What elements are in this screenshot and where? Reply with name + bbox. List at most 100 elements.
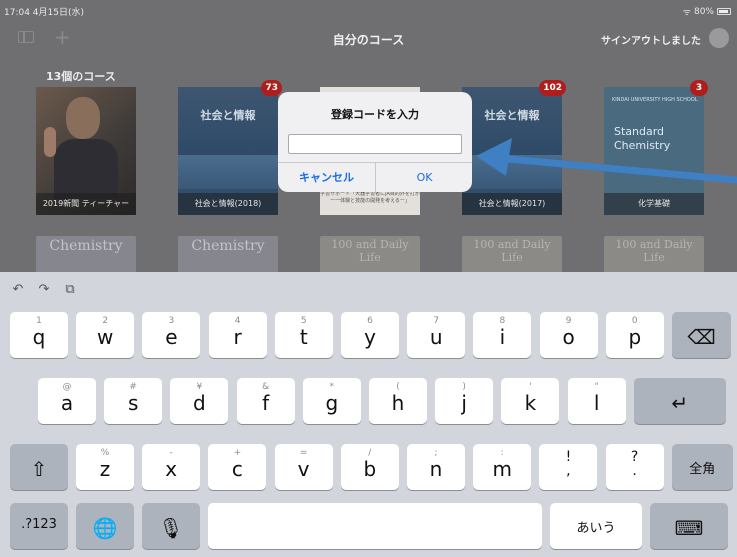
keyboard-dismiss-icon: ⌨: [674, 516, 704, 540]
key-label: k: [524, 391, 537, 415]
shift-icon: ⇧: [30, 457, 48, 481]
key-question-period[interactable]: ? .: [605, 444, 664, 490]
book-cover-title: Chemistry: [191, 238, 265, 254]
key-label: a: [60, 391, 74, 415]
globe-key[interactable]: 🌐: [76, 503, 134, 549]
kana-key[interactable]: あいう: [550, 503, 642, 549]
key-r[interactable]: 4r: [208, 312, 267, 358]
avatar[interactable]: [709, 28, 729, 48]
course-book-4[interactable]: 社会と情報 社会と情報(2017) 102: [462, 80, 566, 215]
person-photo: [66, 97, 100, 139]
key-label: u: [429, 325, 443, 349]
ok-button[interactable]: OK: [376, 163, 472, 192]
key-label: ? .: [630, 449, 639, 479]
key-n[interactable]: ; n: [407, 444, 465, 490]
microphone-icon: 🎙: [158, 516, 184, 540]
key-m[interactable]: :m: [473, 444, 532, 490]
course-book-2[interactable]: 社会と情報 社会と情報(2018) 73: [178, 80, 282, 215]
key-label: n: [429, 457, 443, 481]
key-c[interactable]: + c: [208, 444, 267, 490]
status-time: 17:04 4月15日(水): [4, 8, 84, 18]
key-h[interactable]: (h: [369, 378, 427, 424]
undo-icon[interactable]: ↶: [10, 282, 26, 298]
key-i[interactable]: 8i: [473, 312, 532, 358]
book-caption: 2019新聞 ティーチャー: [36, 193, 136, 215]
keyboard: ↶ ↷ ⧉ 1 q 2 w 3 e 4 r 5 t 6 y 7 u 8 i 9 o 0 p ⌫ @ a # s ¥ d & f * g(h)…: [0, 272, 737, 557]
key-label: t: [299, 325, 308, 349]
key-v[interactable]: = v: [274, 444, 333, 490]
key-a[interactable]: @ a: [38, 378, 96, 424]
enroll-code-input[interactable]: [288, 134, 462, 154]
book-cover-title: 100 and Daily Life: [331, 238, 409, 264]
cover-image: [462, 155, 562, 189]
key-p[interactable]: 0p: [605, 312, 664, 358]
key-label: l: [593, 391, 600, 415]
key-q[interactable]: 1q: [10, 312, 68, 358]
course-book-1[interactable]: 2019新聞 ティーチャー: [36, 87, 136, 215]
key-u[interactable]: 7u: [407, 312, 466, 358]
key-o[interactable]: 9o: [539, 312, 598, 358]
key-label: d: [193, 391, 206, 415]
key-f[interactable]: & f: [236, 378, 295, 424]
paste-icon[interactable]: ⧉: [62, 282, 78, 298]
key-label: p: [628, 325, 642, 349]
school-logo: KINDAI UNIVERSITY HIGH SCHOOL: [612, 97, 698, 103]
key-b[interactable]: / b: [340, 444, 399, 490]
sidebar-toggle-icon[interactable]: [18, 31, 34, 43]
book-caption: 社会と情報(2018): [178, 193, 278, 215]
key-w[interactable]: 2w: [76, 312, 135, 358]
cover-image: [178, 155, 278, 189]
globe-icon: 🌐: [92, 516, 118, 540]
key-j[interactable]: ) j: [435, 378, 494, 424]
notification-badge: 102: [539, 80, 566, 96]
course-book-10[interactable]: 100 and Daily Life: [604, 236, 704, 272]
key-k[interactable]: ' k: [501, 378, 560, 424]
course-book-9[interactable]: 100 and Daily Life: [462, 236, 562, 272]
cancel-button[interactable]: キャンセル: [278, 163, 375, 192]
key-label: v: [297, 457, 310, 481]
key-label: r: [233, 325, 242, 349]
add-course-icon[interactable]: +: [54, 25, 71, 49]
course-book-5[interactable]: KINDAI UNIVERSITY HIGH SCHOOL Standard C…: [604, 80, 708, 215]
key-x[interactable]: -x: [142, 444, 201, 490]
key-label: w: [97, 325, 114, 349]
return-key[interactable]: ↵: [633, 378, 726, 424]
zenkaku-key[interactable]: 全角: [671, 444, 733, 490]
battery-icon: [717, 8, 731, 15]
signout-status[interactable]: サインアウトしました: [601, 32, 701, 47]
numbers-key[interactable]: .?123: [10, 503, 68, 549]
key-label: あいう: [576, 521, 616, 536]
key-d[interactable]: ¥ d: [170, 378, 229, 424]
enroll-code-dialog: 登録コードを入力 キャンセル OK: [278, 92, 472, 192]
key-label: m: [492, 457, 512, 481]
key-e[interactable]: 3e: [142, 312, 201, 358]
key-label: s: [127, 391, 139, 415]
key-l[interactable]: " l: [567, 378, 626, 424]
course-count: 13個のコース: [46, 70, 116, 83]
book-cover: 社会と情報 社会と情報(2018): [178, 87, 278, 215]
key-exclamation-comma[interactable]: ! ,: [539, 444, 598, 490]
redo-icon[interactable]: ↷: [36, 282, 52, 298]
dismiss-keyboard-key[interactable]: ⌨: [650, 503, 728, 549]
book-cover-title: 社会と情報: [200, 109, 256, 122]
course-book-6[interactable]: Chemistry: [36, 236, 136, 272]
key-z[interactable]: % z: [76, 444, 134, 490]
delete-key[interactable]: ⌫: [672, 312, 731, 358]
dictation-key[interactable]: 🎙: [142, 503, 200, 549]
book-cover-text: 学習サポート「大器学習者にJA目的外を打がー一体験と技能の開発を考えるー」: [320, 191, 420, 204]
key-t[interactable]: 5t: [274, 312, 333, 358]
key-label: i: [499, 325, 506, 349]
key-y[interactable]: 6y: [341, 312, 399, 358]
key-label: f: [262, 391, 270, 415]
course-book-7[interactable]: Chemistry: [178, 236, 278, 272]
course-book-8[interactable]: 100 and Daily Life: [320, 236, 420, 272]
shift-key[interactable]: ⇧: [10, 444, 68, 490]
battery-percent: 80%: [693, 6, 714, 17]
key-label: o: [562, 325, 575, 349]
key-label: 全角: [689, 462, 716, 477]
space-bar[interactable]: [208, 503, 542, 549]
key-label: x: [165, 457, 178, 481]
key-s[interactable]: # s: [104, 378, 163, 424]
key-label: j: [461, 391, 467, 415]
key-g[interactable]: * g: [302, 378, 361, 424]
